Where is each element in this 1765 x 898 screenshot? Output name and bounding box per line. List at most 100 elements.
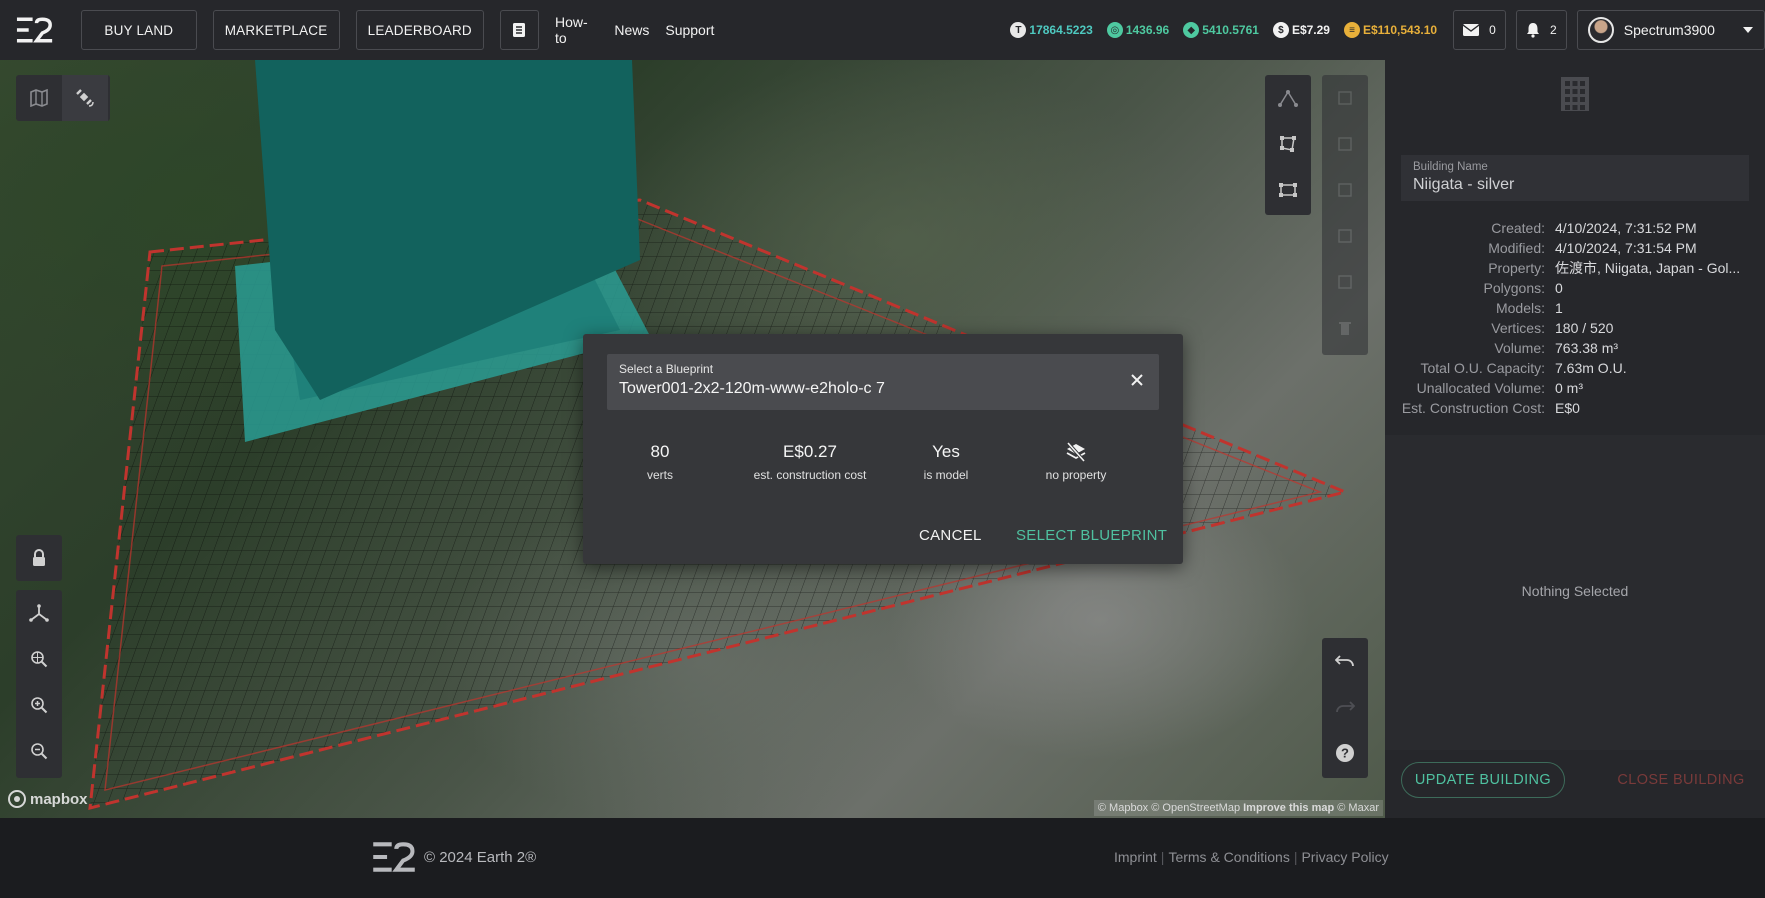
polygon-tool-button[interactable] — [1265, 121, 1311, 167]
update-building-button[interactable]: UPDATE BUILDING — [1401, 762, 1565, 798]
mapbox-icon — [8, 790, 26, 808]
balance-ether[interactable]: ◎ 1436.96 — [1106, 22, 1169, 38]
undo-button[interactable] — [1322, 638, 1368, 684]
trash-icon — [1339, 322, 1351, 335]
tool-slot-1-button[interactable] — [1322, 75, 1368, 121]
info-row: Models: 1 — [1401, 298, 1755, 318]
info-key: Total O.U. Capacity: — [1420, 360, 1546, 376]
info-row: Vertices: 180 / 520 — [1401, 318, 1755, 338]
top-nav: BUY LAND MARKETPLACE LEADERBOARD How-to … — [0, 0, 1765, 60]
leaderboard-button[interactable]: LEADERBOARD — [355, 10, 484, 50]
news-link[interactable]: News — [614, 22, 649, 38]
tool-slot-3-button[interactable] — [1322, 167, 1368, 213]
improve-map-link[interactable]: Improve this map — [1243, 802, 1334, 814]
username: Spectrum3900 — [1623, 22, 1715, 38]
mail-button[interactable]: 0 — [1453, 10, 1506, 50]
blueprint-select[interactable]: Select a Blueprint Tower001-2x2-120m-www… — [607, 354, 1159, 410]
info-value: 4/10/2024, 7:31:52 PM — [1555, 220, 1697, 236]
info-value: 0 m³ — [1555, 380, 1583, 396]
earth2-logo[interactable] — [15, 17, 54, 43]
redo-icon — [1336, 701, 1355, 713]
map-icon — [30, 89, 48, 107]
footer-logo: © 2024 Earth 2® — [370, 842, 536, 872]
marketplace-button[interactable]: MARKETPLACE — [212, 10, 340, 50]
notifications-button[interactable]: 2 — [1515, 10, 1567, 50]
notes-button[interactable] — [499, 10, 539, 50]
satellite-view-button[interactable] — [62, 75, 108, 121]
building-name-field[interactable]: Building Name Niigata - silver — [1401, 155, 1749, 201]
panel-actions: UPDATE BUILDING CLOSE BUILDING — [1385, 750, 1765, 818]
info-row: Modified: 4/10/2024, 7:31:54 PM — [1401, 238, 1755, 258]
select-blueprint-button[interactable]: SELECT BLUEPRINT — [1016, 527, 1167, 544]
info-key: Property: — [1488, 260, 1545, 276]
redo-button[interactable] — [1322, 684, 1368, 730]
info-key: Modified: — [1488, 240, 1545, 256]
privacy-link[interactable]: Privacy Policy — [1301, 849, 1388, 865]
info-key: Created: — [1491, 220, 1545, 236]
lock-button[interactable] — [16, 535, 62, 581]
info-row: Est. Construction Cost: E$0 — [1401, 398, 1755, 418]
howto-link[interactable]: How-to — [555, 14, 598, 46]
tool-slot-5-button[interactable] — [1322, 259, 1368, 305]
building-name-value: Niigata - silver — [1413, 176, 1515, 193]
balance-cash[interactable]: $ E$7.29 — [1272, 22, 1330, 38]
axes-button[interactable] — [16, 590, 62, 636]
buy-land-button[interactable]: BUY LAND — [81, 10, 197, 50]
tool-slot-2-button[interactable] — [1322, 121, 1368, 167]
info-key: Est. Construction Cost: — [1401, 400, 1545, 416]
tool-slot-4-button[interactable] — [1322, 213, 1368, 259]
map-view-button[interactable] — [16, 75, 62, 121]
close-building-button[interactable]: CLOSE BUILDING — [1611, 762, 1751, 798]
notif-count: 2 — [1550, 23, 1557, 37]
lock-control — [16, 535, 62, 581]
info-row: Unallocated Volume: 0 m³ — [1401, 378, 1755, 398]
zoom-out-icon — [31, 743, 48, 760]
mail-icon — [1463, 24, 1480, 36]
maxar-link[interactable]: © Maxar — [1337, 802, 1379, 814]
draw-vertices-button[interactable] — [1265, 75, 1311, 121]
info-row: Total O.U. Capacity: 7.63m O.U. — [1401, 358, 1755, 378]
balance-coins[interactable]: ≡ E$110,543.10 — [1343, 22, 1437, 38]
balance-tiles[interactable]: T 17864.5223 — [1010, 22, 1093, 38]
select-blueprint-dialog: Select a Blueprint Tower001-2x2-120m-www… — [583, 334, 1183, 564]
blueprint-select-label: Select a Blueprint — [619, 362, 714, 376]
zoom-out-button[interactable] — [16, 728, 62, 774]
help-button[interactable]: ? — [1322, 730, 1368, 776]
support-link[interactable]: Support — [665, 22, 714, 38]
vertex-draw-icon — [1278, 90, 1298, 107]
terms-link[interactable]: Terms & Conditions — [1168, 849, 1289, 865]
copyright: © 2024 Earth 2® — [424, 848, 537, 866]
mapbox-logo[interactable]: mapbox — [8, 790, 88, 808]
clear-icon[interactable] — [1127, 370, 1147, 390]
rotate-icon — [1338, 183, 1352, 197]
building-name-label: Building Name — [1413, 161, 1488, 173]
edit-tools — [1265, 75, 1311, 215]
balance-gem[interactable]: ◆ 5410.5761 — [1183, 22, 1259, 38]
cancel-button[interactable]: CANCEL — [919, 527, 982, 544]
dollar-icon: $ — [1272, 22, 1289, 38]
info-row: Volume: 763.38 m³ — [1401, 338, 1755, 358]
globe-zoom-button[interactable] — [16, 636, 62, 682]
svg-text:?: ? — [1341, 746, 1349, 761]
delete-button[interactable] — [1322, 305, 1368, 351]
nothing-selected: Nothing Selected — [1521, 583, 1629, 599]
coin-icon: ≡ — [1343, 22, 1360, 38]
rectangle-tool-button[interactable] — [1265, 167, 1311, 213]
balances: T 17864.5223 ◎ 1436.96 ◆ 5410.5761 $ E$7… — [1010, 22, 1451, 38]
info-key: Unallocated Volume: — [1416, 380, 1545, 396]
info-value: 763.38 m³ — [1555, 340, 1619, 356]
avatar — [1587, 17, 1614, 43]
imprint-link[interactable]: Imprint — [1114, 849, 1157, 865]
user-menu[interactable]: Spectrum3900 — [1576, 10, 1765, 50]
stat-verts: 80 verts — [646, 442, 673, 482]
attribution-link[interactable]: © Mapbox © OpenStreetMap — [1098, 802, 1240, 814]
move-icon — [1338, 137, 1352, 151]
history-controls: ? — [1322, 638, 1368, 778]
building-panel: Building Name Niigata - silver Created: 4… — [1385, 60, 1765, 818]
axes-icon — [29, 604, 49, 622]
earth2-logo — [373, 842, 415, 872]
info-value: 佐渡市, Niigata, Japan - Gol... — [1555, 260, 1741, 276]
separator: | — [1160, 849, 1165, 865]
info-key: Volume: — [1494, 340, 1545, 356]
zoom-in-button[interactable] — [16, 682, 62, 728]
